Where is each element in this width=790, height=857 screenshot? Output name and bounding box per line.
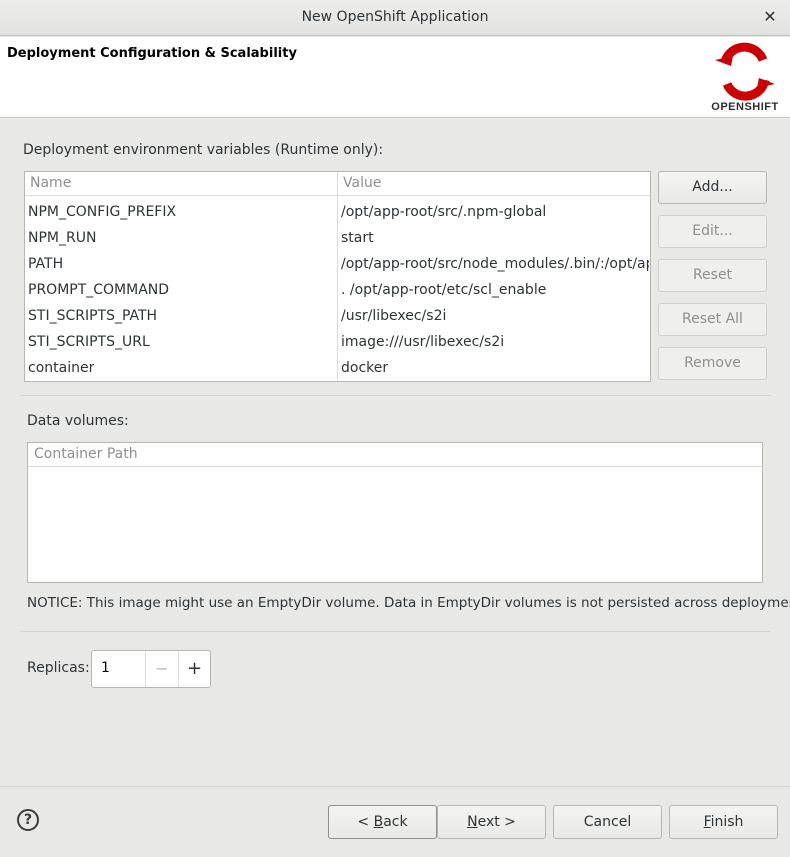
replicas-label: Replicas: xyxy=(27,660,90,676)
env-name: STI_SCRIPTS_URL xyxy=(28,334,150,350)
env-name: PROMPT_COMMAND xyxy=(28,282,170,298)
table-row[interactable]: NPM_RUN start xyxy=(25,226,650,252)
increment-button[interactable]: + xyxy=(178,651,210,687)
remove-button[interactable]: Remove xyxy=(658,347,767,380)
env-vars-table[interactable]: Name Value NPM_CONFIG_PREFIX /opt/app-ro… xyxy=(24,171,651,382)
column-header-container-path[interactable]: Container Path xyxy=(34,446,138,462)
back-rest: ack xyxy=(383,814,408,830)
next-mnemonic: N xyxy=(467,814,478,830)
section-divider xyxy=(20,395,770,396)
env-value: docker xyxy=(341,360,389,376)
env-name: PATH xyxy=(28,256,64,272)
next-button[interactable]: Next > xyxy=(437,805,546,839)
next-rest: ext > xyxy=(477,814,516,830)
openshift-logo: OPENSHIFT xyxy=(705,42,785,116)
env-name: container xyxy=(28,360,95,376)
replicas-input[interactable]: 1 xyxy=(101,660,110,676)
table-row[interactable]: STI_SCRIPTS_URL image:///usr/libexec/s2i xyxy=(25,330,650,356)
help-icon[interactable]: ? xyxy=(17,809,39,831)
env-value: . /opt/app-root/etc/scl_enable xyxy=(341,282,547,298)
back-prefix: < xyxy=(357,814,374,830)
edit-button[interactable]: Edit... xyxy=(658,215,767,248)
table-row[interactable]: PROMPT_COMMAND . /opt/app-root/etc/scl_e… xyxy=(25,278,650,304)
table-row[interactable]: STI_SCRIPTS_PATH /usr/libexec/s2i xyxy=(25,304,650,330)
data-volumes-table[interactable]: Container Path xyxy=(27,442,763,583)
page-title: Deployment Configuration & Scalability xyxy=(7,46,297,61)
env-vars-label: Deployment environment variables (Runtim… xyxy=(23,142,384,158)
env-value: /opt/app-root/src/.npm-global xyxy=(341,204,547,220)
env-value: image:///usr/libexec/s2i xyxy=(341,334,505,350)
data-volumes-label: Data volumes: xyxy=(27,413,129,429)
reset-all-button[interactable]: Reset All xyxy=(658,303,767,336)
finish-mnemonic: F xyxy=(703,814,711,830)
env-value: /usr/libexec/s2i xyxy=(341,308,447,324)
volumes-table-header: Container Path xyxy=(28,443,762,467)
env-name: NPM_RUN xyxy=(28,230,97,246)
emptydir-notice: NOTICE: This image might use an EmptyDir… xyxy=(27,595,790,611)
replicas-stepper[interactable]: 1 − + xyxy=(91,650,211,688)
close-icon[interactable]: ✕ xyxy=(760,7,780,27)
cancel-button[interactable]: Cancel xyxy=(553,805,662,839)
table-row[interactable]: container docker xyxy=(25,356,650,382)
table-row[interactable]: NPM_CONFIG_PREFIX /opt/app-root/src/.npm… xyxy=(25,200,650,226)
env-value: /opt/app-root/src/node_modules/.bin/:/op… xyxy=(341,256,649,272)
reset-button[interactable]: Reset xyxy=(658,259,767,292)
window-titlebar: New OpenShift Application ✕ xyxy=(0,0,790,36)
back-button[interactable]: < Back xyxy=(328,805,437,839)
env-name: NPM_CONFIG_PREFIX xyxy=(28,204,177,220)
wizard-header: Deployment Configuration & Scalability O… xyxy=(0,37,790,118)
column-header-value[interactable]: Value xyxy=(343,175,381,191)
back-mnemonic: B xyxy=(373,814,384,830)
finish-button[interactable]: Finish xyxy=(669,805,778,839)
env-name: STI_SCRIPTS_PATH xyxy=(28,308,158,324)
footer-divider xyxy=(0,786,790,787)
logo-wordmark: OPENSHIFT xyxy=(711,101,779,113)
finish-rest: inish xyxy=(710,814,744,830)
column-header-name[interactable]: Name xyxy=(30,175,71,191)
section-divider xyxy=(20,631,770,632)
decrement-button[interactable]: − xyxy=(145,651,178,687)
env-value: start xyxy=(341,230,374,246)
window-title: New OpenShift Application xyxy=(301,9,489,25)
add-button[interactable]: Add... xyxy=(658,171,767,204)
openshift-logo-icon xyxy=(715,42,775,101)
table-row[interactable]: PATH /opt/app-root/src/node_modules/.bin… xyxy=(25,252,650,278)
